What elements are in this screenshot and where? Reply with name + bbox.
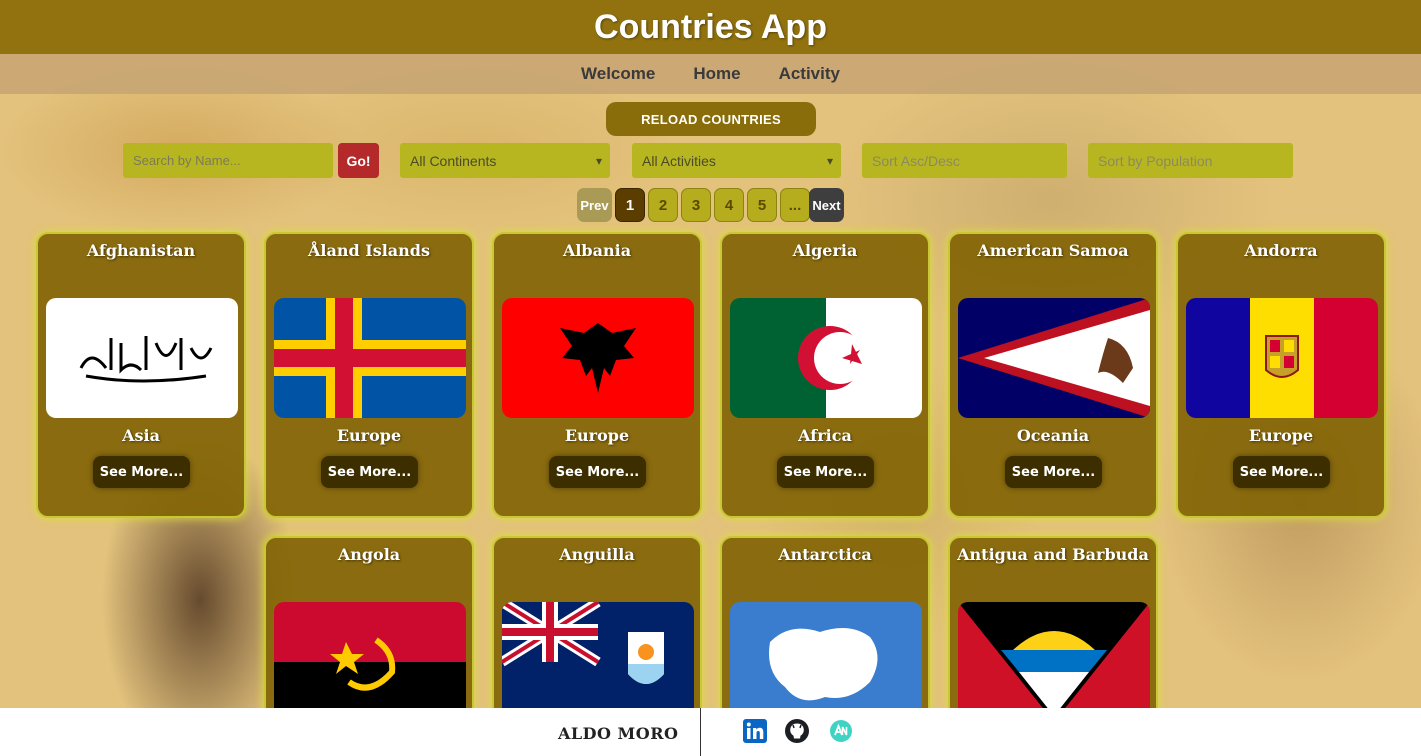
prev-page-button[interactable]: Prev [577, 188, 612, 222]
country-card[interactable]: Andorra Europe See More... [1176, 232, 1386, 518]
see-more-button[interactable]: See More... [93, 456, 190, 488]
flag-antarctica-icon [730, 602, 922, 722]
activity-select[interactable]: All Activities ▾ [632, 143, 841, 178]
country-card[interactable]: Antarctica [720, 536, 930, 736]
page-button-2[interactable]: 2 [648, 188, 678, 222]
country-continent: Africa [798, 426, 852, 445]
github-icon[interactable] [785, 719, 809, 743]
country-card[interactable]: Antigua and Barbuda [948, 536, 1158, 736]
country-name: Algeria [792, 241, 858, 260]
main-nav: Welcome Home Activity [0, 54, 1421, 94]
country-card[interactable]: Algeria Africa See More... [720, 232, 930, 518]
country-name: Albania [562, 241, 632, 260]
country-name: Andorra [1244, 241, 1318, 260]
chevron-down-icon: ▾ [595, 153, 602, 168]
country-card[interactable]: Anguilla [492, 536, 702, 736]
country-card[interactable]: Angola [264, 536, 474, 736]
country-name: Åland Islands [307, 241, 430, 260]
chevron-down-icon: ▾ [826, 153, 833, 168]
search-input[interactable] [123, 143, 333, 178]
footer-divider [700, 708, 701, 756]
nav-home[interactable]: Home [693, 64, 740, 84]
portfolio-icon[interactable] [829, 719, 853, 743]
country-name: American Samoa [977, 241, 1129, 260]
flag-aland-icon [274, 298, 466, 418]
continent-select[interactable]: All Continents ▾ [400, 143, 610, 178]
country-continent: Europe [564, 426, 630, 445]
flag-american-samoa-icon [958, 298, 1150, 418]
flag-albania-icon [502, 298, 694, 418]
continent-select-value: All Continents [410, 152, 497, 169]
page-button-3[interactable]: 3 [681, 188, 711, 222]
flag-algeria-icon [730, 298, 922, 418]
country-card[interactable]: Afghanistan Asia See More... [36, 232, 246, 518]
page-button-5[interactable]: 5 [747, 188, 777, 222]
app-header: Countries App [0, 0, 1421, 54]
nav-welcome[interactable]: Welcome [581, 64, 655, 84]
linkedin-icon[interactable] [743, 719, 767, 743]
flag-andorra-icon [1186, 298, 1378, 418]
activity-select-value: All Activities [642, 152, 716, 169]
country-name: Antarctica [778, 545, 872, 564]
see-more-button[interactable]: See More... [1233, 456, 1330, 488]
country-continent: Europe [1248, 426, 1314, 445]
flag-afghanistan-icon [46, 298, 238, 418]
flag-antigua-barbuda-icon [958, 602, 1150, 722]
flag-anguilla-icon [502, 602, 694, 722]
country-card[interactable]: American Samoa Oceania See More... [948, 232, 1158, 518]
country-name: Anguilla [559, 545, 635, 564]
see-more-button[interactable]: See More... [777, 456, 874, 488]
country-name: Afghanistan [86, 241, 196, 260]
next-page-button[interactable]: Next [809, 188, 844, 222]
country-card[interactable]: Åland Islands Europe See More... [264, 232, 474, 518]
country-continent: Oceania [1016, 426, 1090, 445]
app-title: Countries App [594, 7, 827, 46]
country-continent: Asia [122, 426, 160, 445]
page-button-1[interactable]: 1 [615, 188, 645, 222]
sort-population-value: Sort by Population [1098, 152, 1213, 169]
country-continent: Europe [336, 426, 402, 445]
see-more-button[interactable]: See More... [321, 456, 418, 488]
go-button[interactable]: Go! [338, 143, 379, 178]
country-card[interactable]: Albania Europe See More... [492, 232, 702, 518]
see-more-button[interactable]: See More... [549, 456, 646, 488]
sort-order-select[interactable]: Sort Asc/Desc [862, 143, 1067, 178]
page-button-more[interactable]: ... [780, 188, 810, 222]
sort-order-value: Sort Asc/Desc [872, 152, 960, 169]
country-name: Antigua and Barbuda [957, 545, 1149, 564]
footer: ALDO MORO [0, 708, 1421, 756]
flag-angola-icon [274, 602, 466, 722]
see-more-button[interactable]: See More... [1005, 456, 1102, 488]
sort-population-select[interactable]: Sort by Population [1088, 143, 1293, 178]
reload-countries-button[interactable]: RELOAD COUNTRIES [606, 102, 816, 136]
page-button-4[interactable]: 4 [714, 188, 744, 222]
author-name: ALDO MORO [558, 724, 679, 743]
nav-activity[interactable]: Activity [779, 64, 840, 84]
country-name: Angola [337, 545, 401, 564]
